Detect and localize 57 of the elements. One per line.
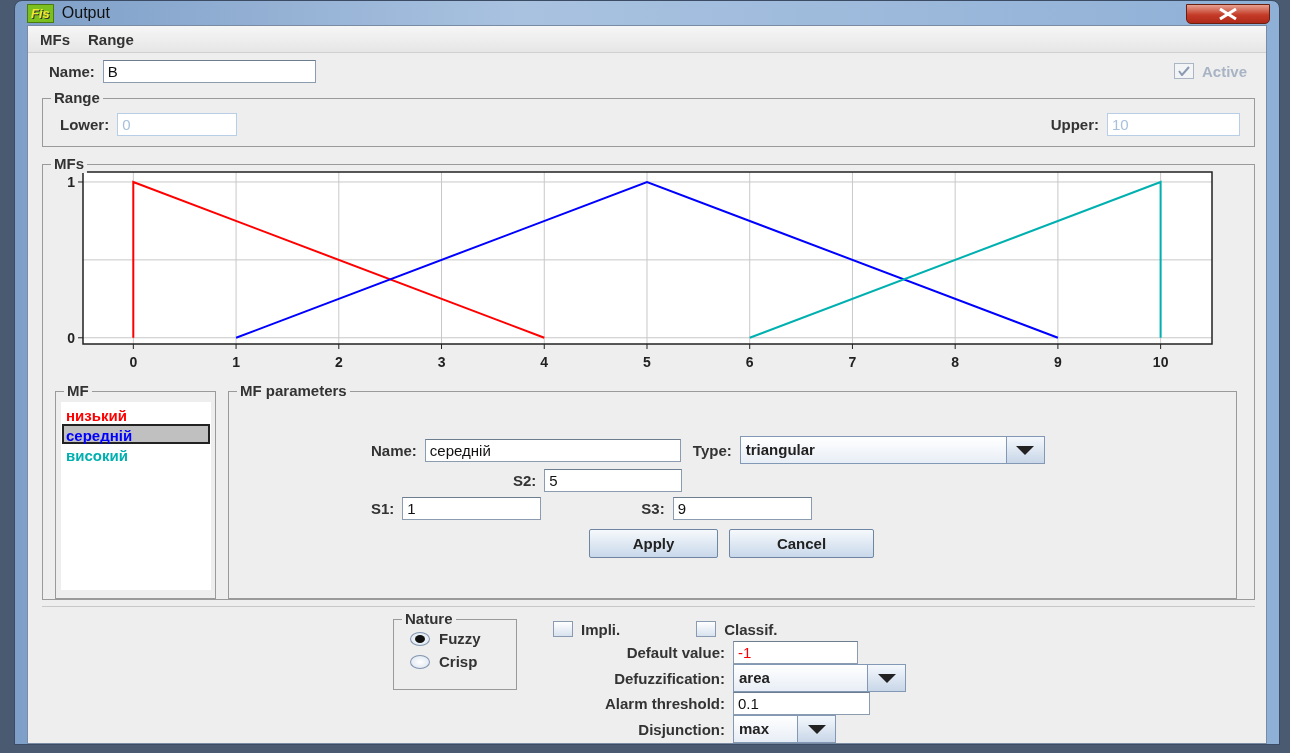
axis-tick-label: 9	[1054, 354, 1062, 370]
axis-tick-label: 3	[437, 354, 446, 370]
caret-icon	[877, 673, 896, 683]
field-label: Type:	[692, 441, 732, 459]
dropdown[interactable]: triangular	[739, 436, 1045, 464]
axis-tick-label: 5	[643, 354, 651, 370]
dialog-button[interactable]: Apply	[589, 529, 718, 558]
caret-icon	[1016, 445, 1035, 455]
list-item[interactable]: низький	[62, 404, 210, 424]
radio-label: Crisp	[439, 653, 478, 670]
dialog-button[interactable]: Cancel	[729, 529, 874, 558]
dropdown[interactable]: max	[733, 715, 836, 743]
axis-tick-label: 6	[745, 354, 754, 370]
field-label: Name:	[371, 441, 417, 459]
checkbox[interactable]	[553, 621, 573, 637]
axis-tick-label: 1	[67, 173, 75, 190]
list-item[interactable]: середній	[62, 424, 210, 444]
field-label: Name:	[49, 62, 95, 80]
axis-tick-label: 0	[129, 354, 138, 370]
dropdown[interactable]: area	[733, 664, 906, 692]
caret-icon	[807, 724, 826, 734]
field-label: S2:	[513, 472, 537, 489]
input-field[interactable]: B	[102, 59, 316, 83]
axis-tick-label: 8	[951, 354, 960, 370]
axis-tick-label: 7	[848, 354, 857, 370]
input-field[interactable]: середній	[424, 438, 681, 462]
checkbox[interactable]	[696, 621, 717, 637]
input-field[interactable]: 5	[544, 469, 683, 492]
field-label: Disjunction:	[638, 720, 725, 738]
input-field[interactable]: -1	[733, 641, 858, 664]
app-logo: Fis	[27, 3, 54, 23]
input-field[interactable]: 0.1	[733, 692, 870, 715]
close-button[interactable]	[1186, 4, 1270, 24]
input-field[interactable]: 9	[672, 497, 812, 520]
field-label: Lower:	[60, 115, 110, 133]
radio-button[interactable]	[410, 654, 430, 669]
axis-tick-label: 1	[232, 354, 240, 370]
axis-tick-label: 2	[334, 354, 343, 370]
field-label: S1:	[371, 500, 395, 517]
input-field[interactable]: 1	[402, 497, 542, 520]
close-icon	[1218, 8, 1238, 20]
checkbox-label: Classif.	[724, 620, 778, 638]
axis-tick-label: 4	[540, 354, 549, 370]
menu-item[interactable]: MFs	[40, 30, 70, 48]
field-label: Upper:	[1050, 115, 1099, 133]
axis-tick-label: 0	[67, 329, 75, 346]
menu-item[interactable]: Range	[88, 30, 134, 48]
axis-tick-label: 10	[1152, 354, 1169, 370]
radio-button[interactable]	[410, 631, 430, 646]
field-label: Default value:	[626, 644, 725, 661]
window-title: Output	[61, 4, 110, 22]
field-label: Alarm threshold:	[605, 695, 725, 712]
checkbox-label: Impli.	[581, 620, 621, 638]
radio-label: Fuzzy	[439, 630, 481, 647]
checkbox-label: Active	[1201, 62, 1247, 80]
field-label: S3:	[641, 500, 665, 517]
field-label: Defuzzification:	[614, 669, 725, 687]
